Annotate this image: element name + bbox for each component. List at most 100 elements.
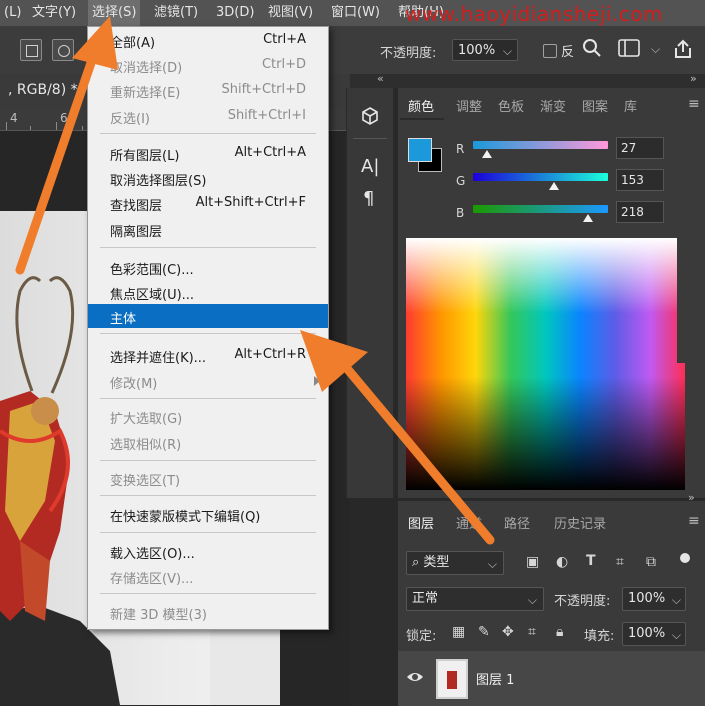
menu-item-select[interactable]: 选择(S): [88, 0, 141, 26]
menu-item-focus-area[interactable]: 焦点区域(U)...: [88, 280, 328, 304]
panel-menu-icon[interactable]: ≡: [688, 513, 700, 529]
red-slider-thumb[interactable]: [482, 150, 493, 158]
tab-layers[interactable]: 图层: [408, 513, 434, 532]
green-channel-label: G: [456, 174, 466, 188]
tab-adjustments[interactable]: 调整: [456, 96, 482, 115]
search-icon[interactable]: [582, 38, 602, 62]
layer-opacity-field[interactable]: 100% ⌵: [622, 587, 686, 611]
menu-item-deselect[interactable]: 取消选择(D) Ctrl+D: [88, 53, 328, 77]
smart-object-filter-icon[interactable]: ⧉: [646, 554, 656, 570]
menu-item-similar[interactable]: 选取相似(R): [88, 430, 328, 454]
red-value-field[interactable]: 27: [616, 137, 664, 159]
opacity-field[interactable]: 100% ⌵: [452, 39, 518, 61]
tab-gradients[interactable]: 渐变: [540, 96, 566, 115]
chevron-down-icon: ⌵: [671, 593, 681, 607]
menu-item-reselect[interactable]: 重新选择(E) Shift+Ctrl+D: [88, 78, 328, 102]
menu-item-layer[interactable]: (L): [0, 0, 25, 26]
image-filter-icon[interactable]: ▣: [526, 554, 539, 570]
menu-item-modify[interactable]: 修改(M): [88, 369, 328, 393]
menu-item-save-selection[interactable]: 存储选区(V)...: [88, 564, 328, 588]
tab-color[interactable]: 颜色: [408, 96, 434, 115]
menu-item-3d[interactable]: 3D(D): [212, 0, 258, 26]
ruler-number: 6: [60, 111, 68, 125]
menu-item-subject[interactable]: 主体: [88, 304, 328, 328]
menu-item-find-layers[interactable]: 查找图层 Alt+Shift+Ctrl+F: [88, 191, 328, 215]
invert-checkbox[interactable]: [543, 44, 557, 58]
document-tab-title: , RGB/8) *: [8, 82, 78, 98]
foreground-color-swatch[interactable]: [408, 138, 432, 162]
menu-item-type[interactable]: 文字(Y): [28, 0, 80, 26]
opacity-label: 不透明度:: [380, 46, 437, 61]
menu-item-transform-selection[interactable]: 变换选区(T): [88, 466, 328, 490]
menu-item-new-3d-extrusion[interactable]: 新建 3D 模型(3): [88, 600, 328, 624]
red-channel-label: R: [456, 142, 465, 156]
type-filter-icon[interactable]: T: [586, 553, 596, 569]
add-selection-icon[interactable]: [52, 39, 74, 61]
fill-label: 填充:: [584, 629, 615, 644]
menu-item-select-all[interactable]: 全部(A) Ctrl+A: [88, 28, 328, 52]
lock-artboard-icon[interactable]: ⌗: [528, 624, 536, 640]
layer-name[interactable]: 图层 1: [476, 669, 514, 688]
visibility-eye-icon[interactable]: [406, 669, 424, 688]
layer-row[interactable]: 图层 1: [398, 651, 705, 706]
blue-value-field[interactable]: 218: [616, 201, 664, 223]
lock-paint-icon[interactable]: ✎: [478, 624, 490, 640]
menu-item-inverse[interactable]: 反选(I) Shift+Ctrl+I: [88, 104, 328, 128]
lock-label: 锁定:: [406, 629, 437, 644]
lock-all-icon[interactable]: 🔒︎: [556, 624, 563, 640]
paragraph-icon[interactable]: ¶: [363, 188, 374, 209]
lock-move-icon[interactable]: ✥: [502, 624, 514, 640]
fill-field[interactable]: 100% ⌵: [622, 622, 686, 646]
menu-item-grow[interactable]: 扩大选取(G): [88, 404, 328, 428]
collapse-icon[interactable]: »: [690, 72, 697, 85]
new-selection-icon[interactable]: [20, 39, 42, 61]
red-slider-track[interactable]: [473, 141, 608, 149]
menu-item-load-selection[interactable]: 载入选区(O)...: [88, 539, 328, 563]
submenu-arrow-icon: [314, 376, 320, 386]
panel-menu-icon[interactable]: ≡: [688, 96, 700, 112]
chevron-down-icon: ⌵: [527, 593, 537, 607]
chevron-down-icon[interactable]: ⌵: [651, 42, 660, 57]
layers-panel: » 图层 通道 路径 历史记录 ≡ ⌕ 类型 ⌵ ▣ ◐ T ⌗ ⧉ 正常 ⌵ …: [398, 491, 705, 706]
menu-item-select-and-mask[interactable]: 选择并遮住(K)... Alt+Ctrl+R: [88, 343, 328, 367]
tab-swatches[interactable]: 色板: [498, 96, 524, 115]
adjustment-filter-icon[interactable]: ◐: [556, 554, 568, 570]
shape-filter-icon[interactable]: ⌗: [616, 554, 624, 570]
menu-bar: (L) 文字(Y) 选择(S) 滤镜(T) 3D(D) 视图(V) 窗口(W) …: [0, 0, 705, 26]
filter-kind: 类型: [423, 555, 450, 570]
workspace-icon[interactable]: [618, 39, 640, 61]
tab-history[interactable]: 历史记录: [554, 513, 606, 532]
menu-item-isolate-layers[interactable]: 隔离图层: [88, 217, 328, 241]
invert-label: 反: [561, 45, 575, 60]
green-value-field[interactable]: 153: [616, 169, 664, 191]
menu-item-color-range[interactable]: 色彩范围(C)...: [88, 255, 328, 279]
blue-slider-track[interactable]: [473, 205, 608, 213]
tab-paths[interactable]: 路径: [504, 513, 530, 532]
menu-item-quick-mask[interactable]: 在快速蒙版模式下编辑(Q): [88, 502, 328, 526]
layer-filter-dropdown[interactable]: ⌕ 类型 ⌵: [406, 551, 504, 575]
lock-transparent-icon[interactable]: ▦: [452, 624, 465, 640]
green-slider-thumb[interactable]: [549, 182, 559, 190]
blend-mode-value: 正常: [412, 591, 439, 606]
expand-icon[interactable]: «: [377, 72, 384, 85]
blue-slider-thumb[interactable]: [583, 214, 594, 222]
tab-libraries[interactable]: 库: [624, 96, 637, 115]
green-slider-track[interactable]: [473, 173, 608, 181]
tab-channels[interactable]: 通道: [456, 513, 482, 532]
character-icon[interactable]: A|: [361, 156, 379, 177]
3d-cube-icon[interactable]: [360, 106, 380, 130]
select-menu-dropdown: 全部(A) Ctrl+A 取消选择(D) Ctrl+D 重新选择(E) Shift+C…: [87, 26, 329, 630]
opacity-value: 100%: [458, 43, 496, 58]
color-spectrum[interactable]: [406, 238, 685, 490]
menu-item-all-layers[interactable]: 所有图层(L) Alt+Ctrl+A: [88, 141, 328, 165]
tab-patterns[interactable]: 图案: [582, 96, 608, 115]
panel-collapse-bar: « »: [350, 72, 705, 88]
menu-item-deselect-layers[interactable]: 取消选择图层(S): [88, 166, 328, 190]
share-icon[interactable]: [672, 38, 694, 64]
filter-toggle-icon[interactable]: [680, 553, 690, 563]
menu-item-filter[interactable]: 滤镜(T): [150, 0, 202, 26]
menu-item-window[interactable]: 窗口(W): [327, 0, 384, 26]
collapse-icon[interactable]: »: [688, 491, 695, 504]
blend-mode-dropdown[interactable]: 正常 ⌵: [406, 587, 544, 611]
menu-item-view[interactable]: 视图(V): [264, 0, 317, 26]
